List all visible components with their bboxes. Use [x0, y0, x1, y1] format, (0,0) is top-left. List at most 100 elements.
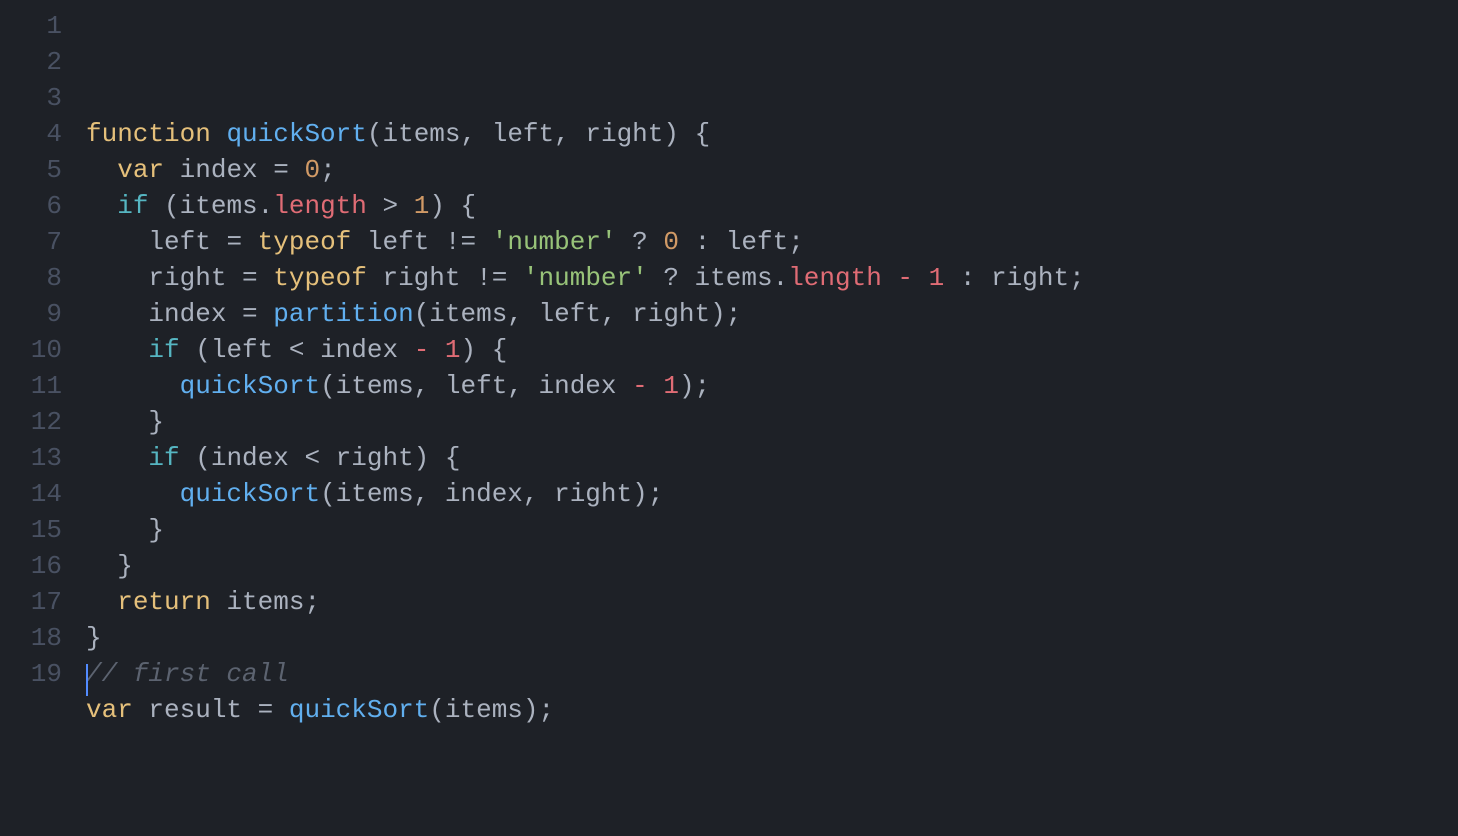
token-ident: (left < index [180, 335, 414, 365]
line-number-gutter: 12345678910111213141516171819 [0, 8, 86, 716]
token-punc [86, 479, 180, 509]
token-punc [86, 587, 117, 617]
code-line[interactable]: if (left < index - 1) { [86, 332, 1458, 368]
line-number: 3 [0, 80, 62, 116]
code-line[interactable]: left = typeof left != 'number' ? 0 : lef… [86, 224, 1458, 260]
line-number: 13 [0, 440, 62, 476]
token-ident: left [86, 227, 226, 257]
token-param: right [585, 119, 663, 149]
token-punc [86, 155, 117, 185]
token-ident: : left; [679, 227, 804, 257]
text-cursor [86, 664, 88, 696]
token-punc: } [86, 515, 164, 545]
line-number: 9 [0, 296, 62, 332]
line-number: 16 [0, 548, 62, 584]
token-op: = [226, 227, 242, 257]
code-line[interactable] [86, 728, 1458, 764]
token-punc [86, 371, 180, 401]
token-kw: typeof [273, 263, 367, 293]
token-punc: } [86, 407, 164, 437]
token-punc: ( [367, 119, 383, 149]
token-ident: (items, left, right); [414, 299, 742, 329]
token-punc [648, 371, 664, 401]
token-num2: 1 [445, 335, 461, 365]
token-punc: } [86, 623, 102, 653]
code-line[interactable]: } [86, 512, 1458, 548]
code-line[interactable]: return items; [86, 584, 1458, 620]
line-number: 4 [0, 116, 62, 152]
code-editor[interactable]: 12345678910111213141516171819 function q… [0, 0, 1458, 716]
token-kw2: if [148, 335, 179, 365]
line-number: 2 [0, 44, 62, 80]
token-punc [882, 263, 898, 293]
token-ident: right [367, 263, 476, 293]
token-punc: ) { [429, 191, 476, 221]
code-line[interactable]: index = partition(items, left, right); [86, 296, 1458, 332]
token-punc [242, 227, 258, 257]
line-number: 12 [0, 404, 62, 440]
token-ident: (items, left, index [320, 371, 632, 401]
token-punc [86, 443, 148, 473]
code-line[interactable]: if (items.length > 1) { [86, 188, 1458, 224]
code-line[interactable]: } [86, 620, 1458, 656]
token-num2: 1 [929, 263, 945, 293]
code-line[interactable]: } [86, 548, 1458, 584]
token-fn: quickSort [226, 119, 366, 149]
code-line[interactable]: right = typeof right != 'number' ? items… [86, 260, 1458, 296]
token-prop: length [788, 263, 882, 293]
token-kw: var [117, 155, 164, 185]
token-punc: ) { [663, 119, 710, 149]
token-ident: (items [148, 191, 257, 221]
line-number: 18 [0, 620, 62, 656]
token-punc [289, 155, 305, 185]
token-num: 1 [414, 191, 430, 221]
token-op: != [476, 263, 507, 293]
line-number: 5 [0, 152, 62, 188]
cursor-line [86, 664, 1458, 700]
token-ident: ? items [648, 263, 773, 293]
token-ident: index [164, 155, 273, 185]
code-area[interactable]: function quickSort(items, left, right) {… [86, 8, 1458, 716]
token-punc [507, 263, 523, 293]
token-op: > [367, 191, 414, 221]
token-punc [258, 263, 274, 293]
token-op: ? [617, 227, 664, 257]
token-str: 'number' [523, 263, 648, 293]
code-line[interactable]: quickSort(items, left, index - 1); [86, 368, 1458, 404]
token-ident: right [86, 263, 242, 293]
token-punc [476, 227, 492, 257]
code-line[interactable]: var index = 0; [86, 152, 1458, 188]
code-line[interactable]: if (index < right) { [86, 440, 1458, 476]
code-line[interactable]: } [86, 404, 1458, 440]
token-kw: return [117, 587, 211, 617]
token-ident: items; [211, 587, 320, 617]
code-line[interactable]: function quickSort(items, left, right) { [86, 116, 1458, 152]
code-line[interactable]: quickSort(items, index, right); [86, 476, 1458, 512]
token-punc: ) { [461, 335, 508, 365]
token-param: left [492, 119, 554, 149]
token-kw: function [86, 119, 211, 149]
token-num2: 1 [663, 371, 679, 401]
token-prop: length [273, 191, 367, 221]
token-kw2: if [148, 443, 179, 473]
code-line[interactable] [86, 80, 1458, 116]
token-punc [86, 335, 148, 365]
token-opred: - [897, 263, 913, 293]
line-number: 19 [0, 656, 62, 692]
token-punc [913, 263, 929, 293]
token-punc: ); [679, 371, 710, 401]
token-punc [429, 335, 445, 365]
line-number: 17 [0, 584, 62, 620]
line-number: 6 [0, 188, 62, 224]
token-ident: : right; [944, 263, 1084, 293]
token-fn: partition [273, 299, 413, 329]
line-number: 15 [0, 512, 62, 548]
token-punc [258, 299, 274, 329]
token-punc: . [773, 263, 789, 293]
token-ident: (items, index, right); [320, 479, 663, 509]
token-str: 'number' [492, 227, 617, 257]
token-op: = [242, 263, 258, 293]
token-ident: (index < right) { [180, 443, 461, 473]
token-punc [211, 119, 227, 149]
line-number: 8 [0, 260, 62, 296]
